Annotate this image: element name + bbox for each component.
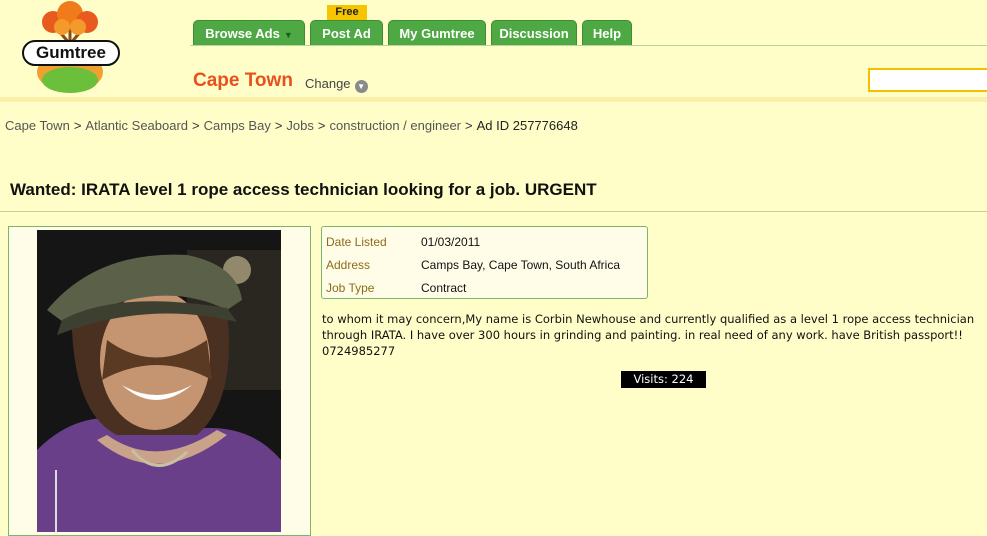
- tab-help[interactable]: Help: [582, 20, 632, 45]
- breadcrumb-separator: >: [192, 118, 200, 133]
- current-city: Cape Town: [193, 70, 293, 91]
- breadcrumb-atlantic-seaboard[interactable]: Atlantic Seaboard: [85, 118, 188, 133]
- breadcrumb-cape-town[interactable]: Cape Town: [5, 118, 70, 133]
- search-input[interactable]: [868, 68, 987, 92]
- header: Gumtree Free Browse Ads ▼ Post Ad My Gumt…: [0, 0, 987, 100]
- breadcrumb-separator: >: [465, 118, 473, 133]
- tab-post-ad[interactable]: Post Ad: [310, 20, 383, 45]
- tab-browse-ads[interactable]: Browse Ads ▼: [193, 20, 305, 45]
- detail-value: Contract: [421, 280, 467, 295]
- detail-value: Camps Bay, Cape Town, South Africa: [421, 257, 620, 272]
- tab-my-gumtree[interactable]: My Gumtree: [388, 20, 486, 45]
- detail-label: Address: [326, 257, 371, 272]
- title-divider: [0, 211, 987, 212]
- ad-id: Ad ID 257776648: [476, 118, 578, 133]
- breadcrumb-separator: >: [73, 118, 82, 133]
- detail-value: 01/03/2011: [421, 234, 481, 249]
- ad-photo-frame: [8, 226, 311, 536]
- detail-row-date-listed: Date Listed 01/03/2011: [326, 230, 620, 253]
- dropdown-arrow-icon: ▼: [283, 30, 293, 40]
- tab-label: Browse Ads: [205, 26, 280, 41]
- breadcrumb: Cape Town > Atlantic Seaboard > Camps Bay > Jo…: [5, 118, 578, 133]
- change-location-link[interactable]: Change ▼: [305, 76, 368, 93]
- detail-label: Job Type: [326, 280, 375, 295]
- ad-details-box: Date Listed 01/03/2011 Address Camps Bay…: [321, 226, 648, 299]
- chevron-down-icon: ▼: [354, 80, 368, 93]
- ad-details-table: Date Listed 01/03/2011 Address Camps Bay…: [326, 230, 620, 299]
- ad-description: to whom it may concern,My name is Corbin…: [322, 312, 975, 358]
- free-badge: Free: [327, 5, 367, 20]
- detail-row-address: Address Camps Bay, Cape Town, South Afri…: [326, 253, 620, 276]
- breadcrumb-camps-bay[interactable]: Camps Bay: [204, 118, 271, 133]
- breadcrumb-separator: >: [317, 118, 326, 133]
- breadcrumb-construction-engineer[interactable]: construction / engineer: [329, 118, 461, 133]
- nav-divider: [190, 45, 987, 46]
- detail-row-job-type: Job Type Contract: [326, 276, 620, 299]
- ad-title: Wanted: IRATA level 1 rope access techni…: [10, 180, 597, 199]
- detail-label: Date Listed: [326, 234, 387, 249]
- breadcrumb-jobs[interactable]: Jobs: [286, 118, 313, 133]
- logo-wordmark[interactable]: Gumtree: [22, 40, 120, 66]
- ad-photo[interactable]: [37, 230, 281, 532]
- person-photo: [37, 230, 281, 532]
- change-label: Change: [305, 76, 351, 91]
- tab-discussion[interactable]: Discussion: [491, 20, 577, 45]
- visits-counter: Visits: 224: [621, 371, 706, 388]
- header-divider: [0, 97, 987, 102]
- breadcrumb-separator: >: [274, 118, 283, 133]
